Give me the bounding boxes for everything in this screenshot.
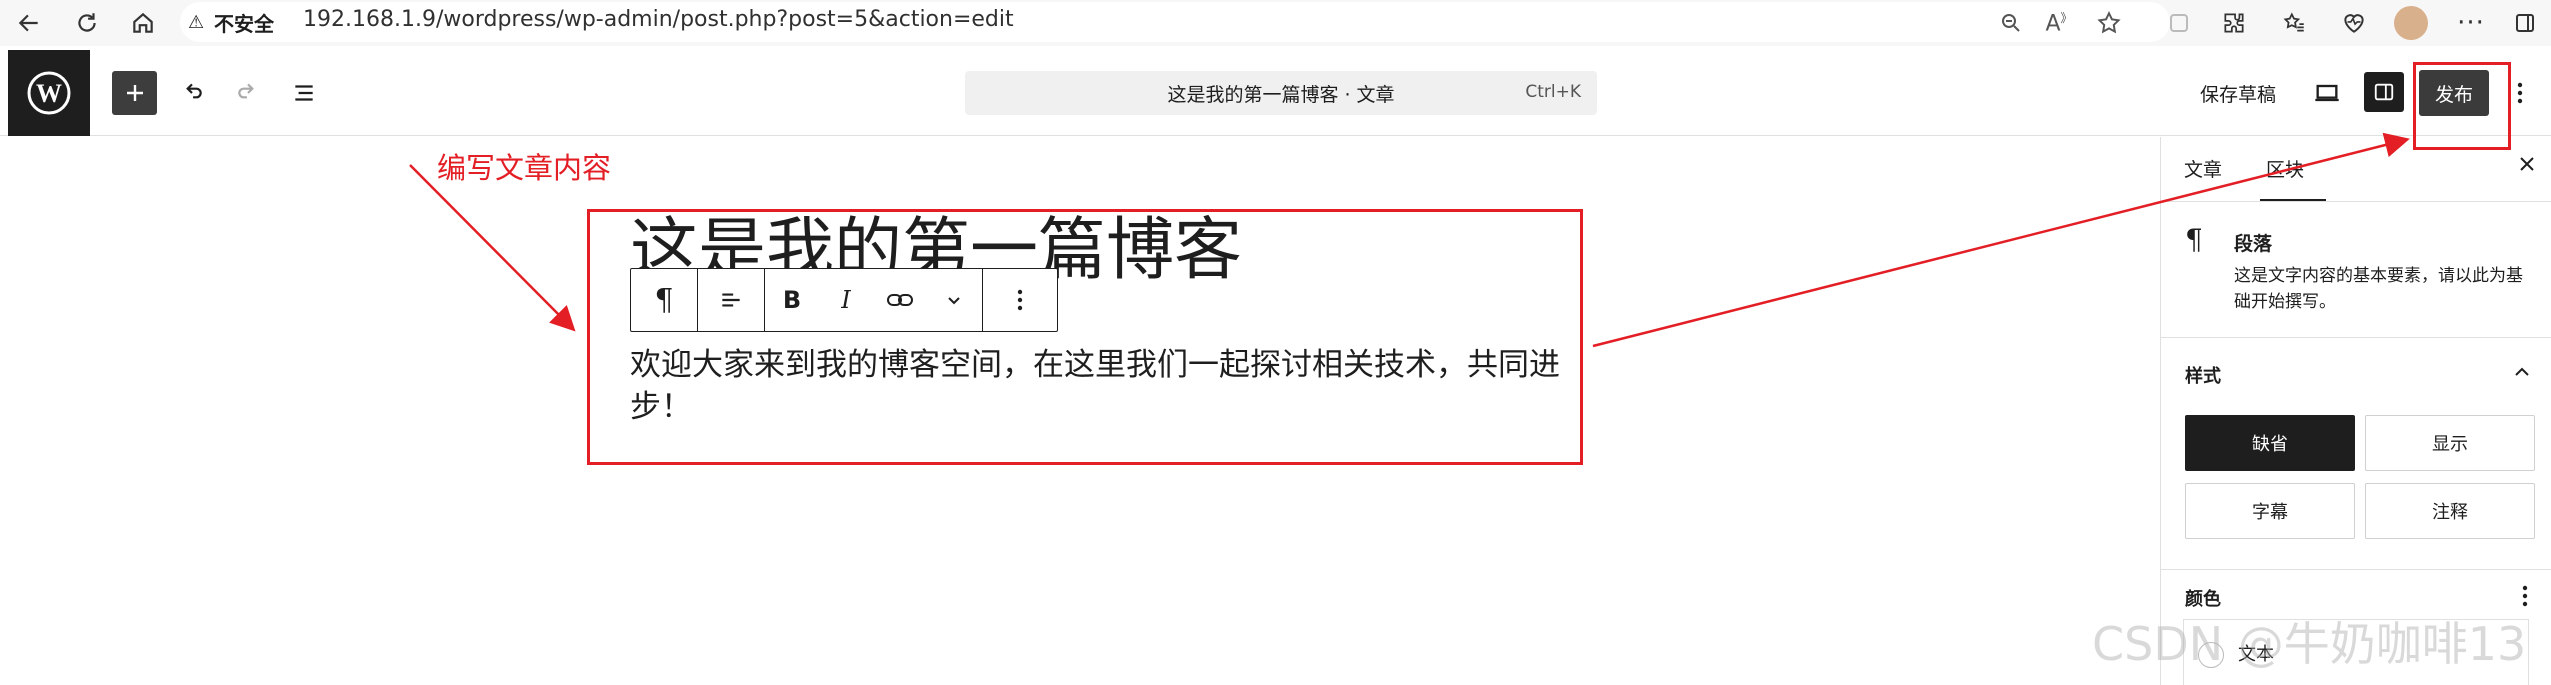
- annotation-arrow-content: [409, 164, 576, 332]
- annotation-arrow-publish: [1592, 132, 2410, 348]
- annotation-arrows: [409, 132, 2410, 348]
- watermark: CSDN @牛奶咖啡13: [2092, 617, 2527, 671]
